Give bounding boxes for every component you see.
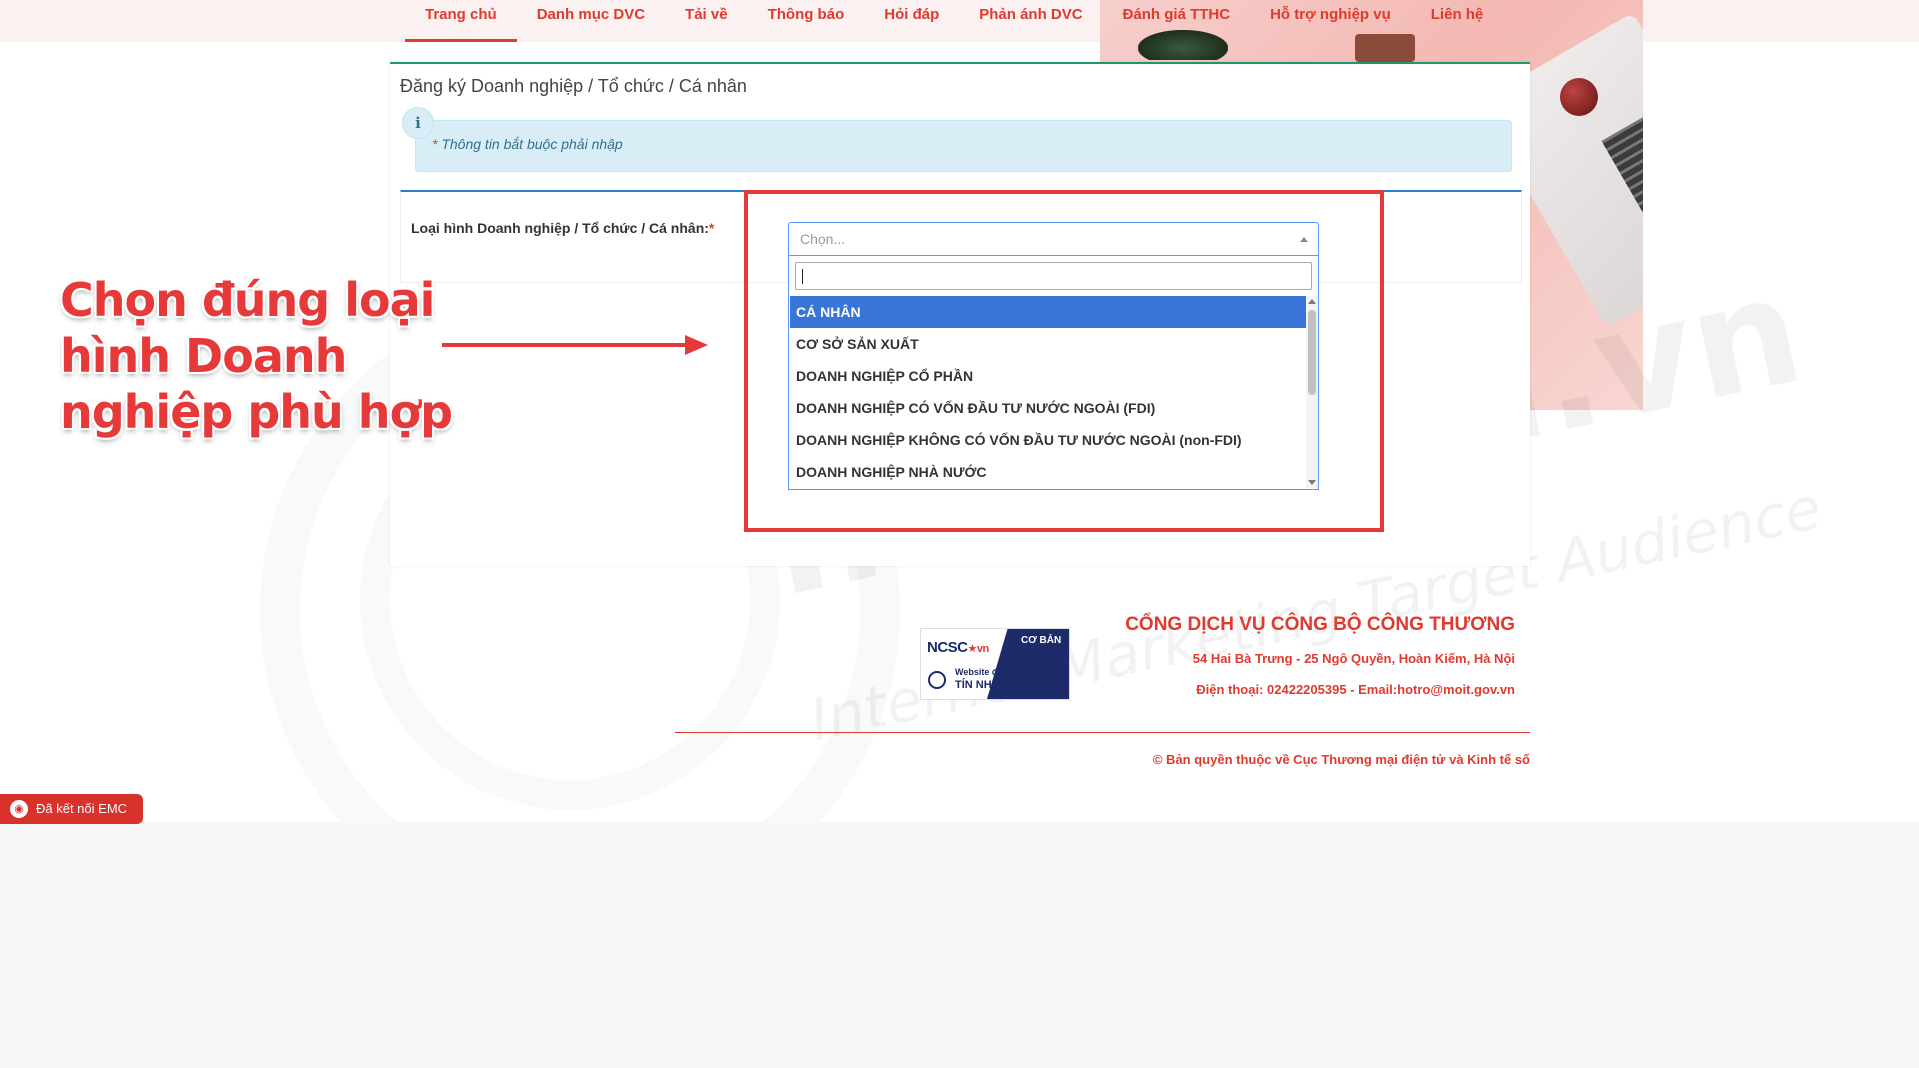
emc-connected-badge[interactable]: ◉ Đã kết nối EMC — [0, 794, 143, 824]
nav-item-8[interactable]: Liên hệ — [1411, 0, 1504, 42]
business-type-label: Loại hình Doanh nghiệp / Tổ chức / Cá nh… — [411, 220, 714, 236]
page-title: Đăng ký Doanh nghiệp / Tổ chức / Cá nhân — [400, 76, 747, 96]
ball-decoration — [1560, 78, 1598, 116]
alert-message: Thông tin bắt buộc phải nhập — [437, 136, 623, 152]
nav-item-2[interactable]: Tải về — [665, 0, 748, 42]
badge-level: CƠ BẢN — [1021, 635, 1062, 646]
alert-text: * Thông tin bắt buộc phải nhập — [432, 136, 623, 152]
info-alert: i * Thông tin bắt buộc phải nhập — [402, 107, 1512, 172]
nav-item-4[interactable]: Hỏi đáp — [864, 0, 959, 42]
nav-item-1[interactable]: Danh mục DVC — [517, 0, 665, 42]
badge-vn-text: vn — [976, 643, 989, 655]
nav-item-5[interactable]: Phản ánh DVC — [959, 0, 1102, 42]
badge-ncsc-logo: NCSC★vn — [927, 639, 989, 656]
footer-address: 54 Hai Bà Trưng - 25 Ngô Quyền, Hoàn Kiế… — [1192, 651, 1515, 666]
callout-text: Chọn đúng loại hình Doanh nghiệp phù hợp — [60, 273, 453, 439]
arrow-icon — [442, 335, 708, 355]
eye-icon: ◉ — [10, 800, 28, 818]
badge-ncsc-text: NCSC — [927, 639, 968, 656]
badge-website-text: Website đạt chứng nhận — [955, 667, 1060, 677]
nav-item-7[interactable]: Hỗ trợ nghiệp vụ — [1250, 0, 1411, 42]
main-nav: Trang chủ Danh mục DVC Tải về Thông báo Hỏi … — [405, 0, 1503, 42]
globe-icon — [928, 671, 946, 689]
star-icon: ★ — [967, 643, 978, 655]
emc-label: Đã kết nối EMC — [36, 801, 128, 816]
nav-item-3[interactable]: Thông báo — [748, 0, 865, 42]
business-type-label-text: Loại hình Doanh nghiệp / Tổ chức / Cá nh… — [411, 220, 709, 236]
nav-item-0[interactable]: Trang chủ — [405, 0, 517, 42]
footer-copyright: © Bản quyền thuộc về Cục Thương mại điện… — [1152, 752, 1530, 767]
badge-trust-text: TÍN NHIỆM MẠNG — [955, 679, 1048, 691]
page-bottom — [0, 822, 1919, 1068]
info-icon: i — [402, 107, 434, 139]
ncsc-trust-badge[interactable]: CƠ BẢN NCSC★vn Website đạt chứng nhận TÍ… — [920, 628, 1070, 700]
footer-divider — [675, 732, 1530, 733]
required-mark: * — [708, 220, 715, 236]
highlight-box — [744, 190, 1384, 532]
footer-title: CỔNG DỊCH VỤ CÔNG BỘ CÔNG THƯƠNG — [1125, 614, 1515, 635]
nav-item-6[interactable]: Đánh giá TTHC — [1103, 0, 1251, 42]
footer-contact: Điện thoại: 02422205395 - Email:hotro@mo… — [1196, 682, 1515, 697]
